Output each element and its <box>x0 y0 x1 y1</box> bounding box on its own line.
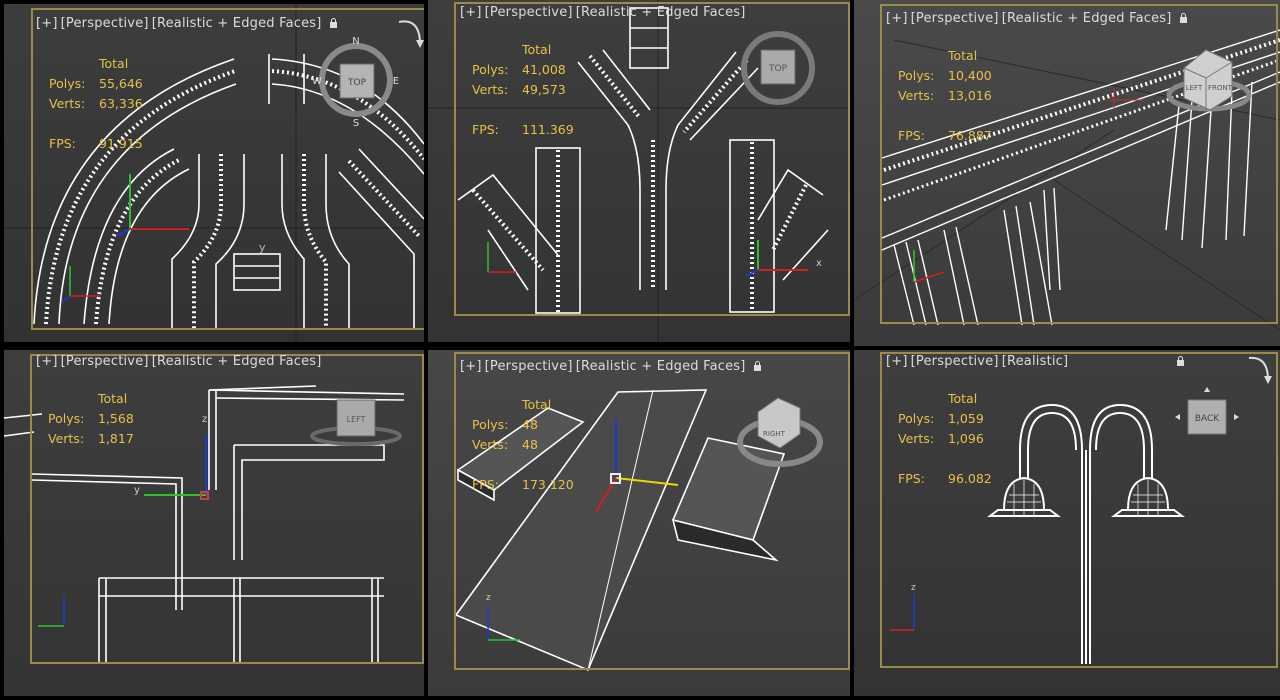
viewport-2[interactable]: x TOP [+] [Perspective] [Realistic + Edged… <box>428 0 850 342</box>
viewport-1[interactable]: y TOP N S E W [+] [Perspective] [Realistic… <box>4 4 424 342</box>
axis-y-label: y <box>259 241 266 254</box>
viewport-6-stats: Total Polys: 1,059 Verts: 1,096 FPS: 96.082 <box>898 391 992 486</box>
lock-icon[interactable] <box>329 18 338 28</box>
verts-value: 63,336 <box>99 96 143 111</box>
viewport-3-stats: Total Polys: 10,400 Verts: 13,016 FPS: 76.8… <box>898 48 992 143</box>
viewport-4-label[interactable]: [+] [Perspective] [Realistic + Edged Faces… <box>36 354 325 369</box>
compass-e: E <box>393 76 399 87</box>
viewcube[interactable]: TOP N S E W <box>312 36 399 129</box>
viewcube-face-label: LEFT <box>347 415 366 424</box>
viewcube[interactable]: TOP <box>741 31 815 105</box>
lock-icon[interactable] <box>1176 356 1185 366</box>
viewport-4-stats: Total Polys: 1,568 Verts: 1,817 <box>48 391 134 446</box>
viewcube-face-label: RIGHT <box>763 430 786 438</box>
viewport-1-stats: Total Polys: 55,646 Verts: 63,336 FPS: 91.9… <box>49 54 143 154</box>
viewcube-face-left: LEFT <box>1186 84 1203 92</box>
viewport-2-label[interactable]: [+] [Perspective] [Realistic + Edged Faces… <box>460 5 749 20</box>
polys-value: 55,646 <box>99 76 143 91</box>
stats-total-heading: Total <box>99 56 129 71</box>
viewcube[interactable]: BACK <box>1175 387 1239 435</box>
viewport-3[interactable]: LEFT FRONT [+] [Perspective] [Realistic + … <box>854 0 1280 346</box>
compass-s: S <box>353 118 359 129</box>
viewport-menu-plus: [+] <box>36 16 58 31</box>
viewcube-face-label: TOP <box>347 78 367 88</box>
viewport-2-stats: Total Polys: 41,008 Verts: 49,573 FPS: 111.… <box>472 42 574 137</box>
axis-z-label: z <box>911 583 916 593</box>
viewcube[interactable]: LEFT <box>310 399 402 446</box>
viewcube-face-label: TOP <box>768 64 788 74</box>
compass-w: W <box>312 76 322 87</box>
viewport-1-label[interactable]: [+] [Perspective] [Realistic + Edged Faces… <box>36 16 338 31</box>
axis-z-label: z <box>486 593 491 603</box>
fps-label: FPS: <box>49 136 76 151</box>
rotate-arrow-icon[interactable] <box>398 20 421 43</box>
viewport-shading-label: [Realistic + Edged Faces] <box>151 16 322 31</box>
viewport-6[interactable]: z BACK [+] [Perspective] [Realistic] Total… <box>854 350 1280 696</box>
polys-label: Polys: <box>49 76 86 91</box>
fps-value: 91.915 <box>99 136 143 151</box>
lock-icon[interactable] <box>753 361 762 371</box>
viewcube-face-label: BACK <box>1195 414 1220 424</box>
viewcube[interactable]: LEFT FRONT <box>1166 49 1252 112</box>
compass-n: N <box>352 36 359 47</box>
viewcube-face-front: FRONT <box>1208 84 1233 92</box>
viewport-3-label[interactable]: [+] [Perspective] [Realistic + Edged Faces… <box>886 11 1188 26</box>
axis-z-label: z <box>202 414 207 425</box>
rotate-arrow-icon[interactable] <box>1248 356 1269 379</box>
viewport-6-label[interactable]: [+] [Perspective] [Realistic] <box>886 354 1185 369</box>
lock-icon[interactable] <box>1179 13 1188 23</box>
axis-x-label: x <box>816 258 822 269</box>
viewport-4[interactable]: z y LEFT [+] [Perspective] [Realistic + Ed… <box>4 350 424 696</box>
viewport-view-label: [Perspective] <box>60 16 149 31</box>
viewport-5-stats: Total Polys: 48 Verts: 48 FPS: 173.120 <box>472 397 574 492</box>
axis-y-label: y <box>134 485 140 496</box>
viewport-5-label[interactable]: [+] [Perspective] [Realistic + Edged Faces… <box>460 359 762 374</box>
verts-label: Verts: <box>49 96 86 111</box>
viewport-5[interactable]: z RIGHT [+] [Perspective] [Realistic + Edg… <box>428 350 850 696</box>
